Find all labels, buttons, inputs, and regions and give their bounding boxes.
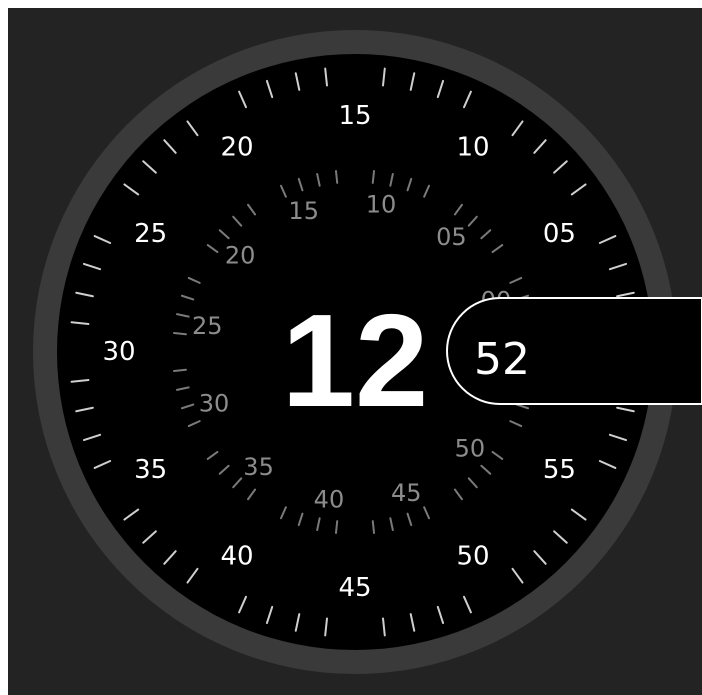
inner-tick xyxy=(334,520,339,535)
outer-ring-label: 20 xyxy=(220,133,253,163)
inner-ring-label: 15 xyxy=(288,197,319,225)
inner-ring-label: 35 xyxy=(243,453,274,481)
outer-ring-label: 15 xyxy=(338,101,371,131)
current-minute: 52 xyxy=(474,334,530,385)
inner-ring-label: 05 xyxy=(436,223,467,251)
outer-ring-label: 40 xyxy=(220,541,253,571)
inner-ring-label: 40 xyxy=(314,486,345,514)
inner-ring-label: 45 xyxy=(391,479,422,507)
outer-ring-label: 05 xyxy=(543,219,576,249)
outer-ring-label: 45 xyxy=(338,573,371,603)
inner-ring-label: 10 xyxy=(366,190,397,218)
current-hour: 12 xyxy=(282,287,429,434)
inner-tick xyxy=(371,520,376,535)
inner-tick xyxy=(371,169,376,184)
inner-ring-label: 50 xyxy=(455,434,486,462)
inner-ring-label: 30 xyxy=(199,389,230,417)
inner-tick xyxy=(172,368,187,373)
inner-tick xyxy=(172,331,187,336)
outer-ring-label: 25 xyxy=(134,219,167,249)
outer-ring-label: 10 xyxy=(456,133,489,163)
inner-tick xyxy=(334,169,339,184)
outer-ring-label: 55 xyxy=(543,455,576,485)
outer-ring-label: 30 xyxy=(102,337,135,367)
inner-ring-label: 25 xyxy=(192,312,223,340)
watch-face: 000510152025303540455055 000510152025303… xyxy=(33,30,702,674)
inner-ring-label: 20 xyxy=(225,242,256,270)
outer-ring-label: 35 xyxy=(134,455,167,485)
outer-ring-label: 50 xyxy=(456,541,489,571)
